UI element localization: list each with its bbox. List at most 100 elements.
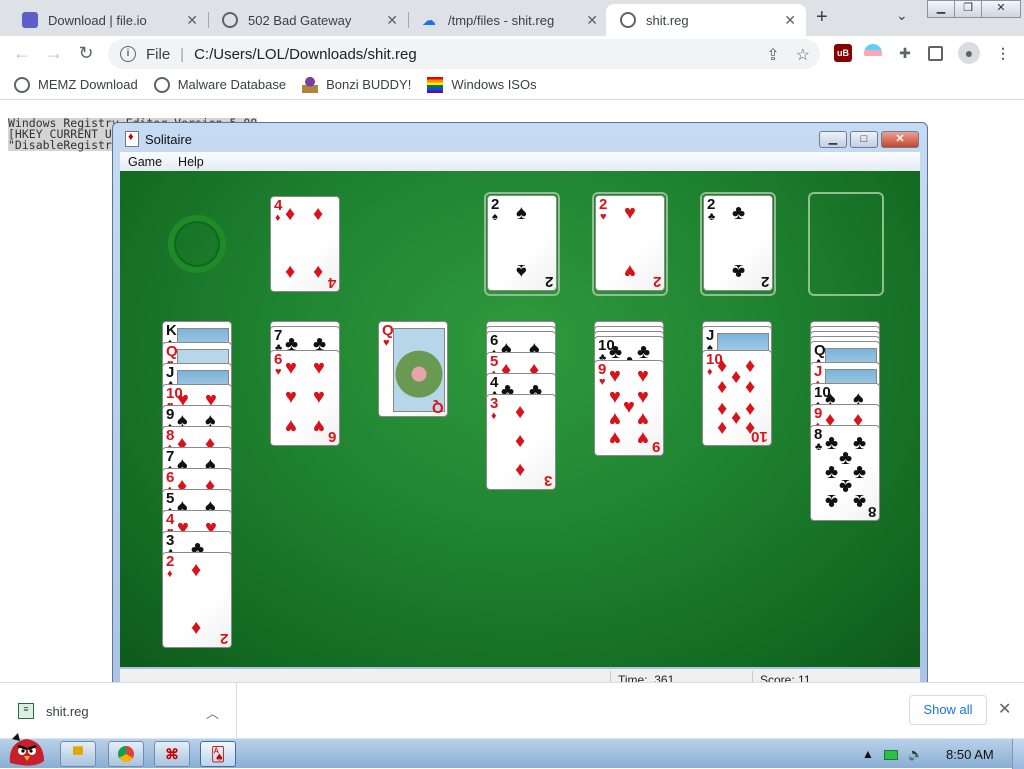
globe-icon bbox=[620, 12, 636, 28]
taskbar-chrome-button[interactable] bbox=[108, 741, 144, 767]
info-icon[interactable]: i bbox=[120, 46, 136, 62]
close-window-button[interactable]: ✕ bbox=[881, 131, 919, 148]
tab-download-fileio[interactable]: Download | file.io ✕ bbox=[8, 4, 208, 36]
bookmark-memz[interactable]: MEMZ Download bbox=[14, 76, 138, 93]
tab-tmp-files[interactable]: ☁ /tmp/files - shit.reg ✕ bbox=[408, 4, 608, 36]
fileio-icon bbox=[22, 12, 38, 28]
restore-button[interactable]: ❐ bbox=[954, 0, 982, 18]
taskbar-explorer-button[interactable]: ▀ bbox=[60, 741, 96, 767]
share-icon[interactable]: ⇪ bbox=[766, 45, 779, 65]
card-pip: ♦ bbox=[731, 407, 742, 430]
card-pip: ♣ bbox=[853, 489, 867, 512]
taskbar-acrobat-button[interactable]: ⌘ bbox=[154, 741, 190, 767]
empty-foundation-slot[interactable] bbox=[808, 192, 884, 296]
card-rank: J bbox=[706, 327, 715, 344]
playing-card[interactable]: 3 ♦ ♦ ♦ ♦ 3 bbox=[486, 394, 556, 490]
angry-bird-start-icon[interactable] bbox=[4, 729, 48, 769]
clock[interactable]: 8:50 AM bbox=[946, 747, 994, 762]
menu-game[interactable]: Game bbox=[120, 155, 170, 169]
playing-card[interactable]: 2 ♦ ♦ ♦ 2 bbox=[162, 552, 232, 648]
taskbar-solitaire-button[interactable]: 🂡 bbox=[200, 741, 236, 767]
url-text[interactable]: C:/Users/LOL/Downloads/shit.reg bbox=[194, 46, 417, 63]
card-pip: ♥ bbox=[609, 365, 621, 388]
card-rank: 7 bbox=[274, 327, 283, 344]
address-bar[interactable]: i File | C:/Users/LOL/Downloads/shit.reg… bbox=[108, 39, 820, 69]
game-felt[interactable]: 4♦♦♦♦♦42♠♠♠22♥♥♥22♣♣♣2K♠KQ♥QJ♣J10♥♥♥♥♥♥♥… bbox=[120, 171, 920, 667]
close-tab-icon[interactable]: ✕ bbox=[186, 12, 198, 29]
card-rank: J bbox=[814, 363, 823, 380]
card-pip: ♣ bbox=[853, 432, 867, 455]
trans-flag-extension-icon[interactable] bbox=[864, 44, 882, 62]
playing-card[interactable]: 9 ♥ ♥ ♥ ♥ ♥ ♥ ♥ ♥ ♥ ♥ 9 bbox=[594, 360, 664, 456]
folder-icon: ▀ bbox=[73, 746, 83, 762]
network-icon[interactable] bbox=[884, 750, 898, 760]
bookmark-bonzi-buddy[interactable]: Bonzi BUDDY! bbox=[302, 76, 411, 93]
profile-avatar-icon[interactable]: ● bbox=[958, 42, 980, 64]
playing-card[interactable]: 8 ♣ ♣ ♣ ♣ ♣ ♣ ♣ ♣ ♣ 8 bbox=[810, 425, 880, 521]
ublock-icon[interactable]: uB bbox=[834, 44, 852, 62]
card-pip: ♥ bbox=[285, 357, 297, 380]
maximize-button[interactable]: □ bbox=[850, 131, 878, 148]
minimize-button[interactable]: ▁ bbox=[927, 0, 955, 18]
taskbar: ▀ ⌘ 🂡 ▲ 🔈 8:50 AM bbox=[0, 733, 1024, 769]
menu-kebab-icon[interactable]: ⋮ bbox=[994, 44, 1012, 62]
playing-card[interactable]: 2 ♥ ♥ ♥ 2 bbox=[595, 195, 665, 291]
card-pip: ♦ bbox=[285, 260, 296, 283]
playing-card[interactable]: 2 ♣ ♣ ♣ 2 bbox=[703, 195, 773, 291]
playing-card[interactable]: 10 ♦ ♦ ♦ ♦ ♦ ♦ ♦ ♦ ♦ ♦ ♦ 10 bbox=[702, 350, 772, 446]
back-arrow-icon[interactable]: ← bbox=[10, 41, 34, 65]
card-rank: K bbox=[166, 322, 177, 339]
playing-card[interactable]: Q♥Q bbox=[378, 321, 448, 417]
card-rank: 6 bbox=[490, 332, 499, 349]
chevron-up-icon[interactable]: ︿ bbox=[206, 703, 219, 722]
card-pip: ♦ bbox=[745, 397, 756, 420]
menu-help[interactable]: Help bbox=[170, 155, 212, 169]
close-tab-icon[interactable]: ✕ bbox=[586, 12, 598, 29]
card-rank-corner: 2 bbox=[760, 273, 769, 290]
bookmark-star-icon[interactable]: ☆ bbox=[796, 45, 810, 65]
tab-title: /tmp/files - shit.reg bbox=[448, 12, 555, 28]
card-rank: 2 bbox=[166, 553, 175, 570]
card-pip: ♦ bbox=[515, 430, 526, 453]
playing-card[interactable]: 6 ♥ ♥ ♥ ♥ ♥ ♥ ♥ 6 bbox=[270, 350, 340, 446]
card-pip: ♦ bbox=[717, 397, 728, 420]
solitaire-titlebar[interactable]: Solitaire bbox=[125, 131, 192, 147]
close-tab-icon[interactable]: ✕ bbox=[386, 12, 398, 29]
close-window-button[interactable]: ✕ bbox=[981, 0, 1021, 18]
tab-shit-reg[interactable]: shit.reg ✕ bbox=[606, 4, 806, 36]
volume-icon[interactable]: 🔈 bbox=[908, 747, 923, 761]
card-pip: ♦ bbox=[191, 616, 202, 639]
puzzle-extensions-icon[interactable]: ✚ bbox=[896, 44, 914, 62]
card-rank: 9 bbox=[166, 406, 175, 423]
playing-card[interactable]: 2 ♠ ♠ ♠ 2 bbox=[487, 195, 557, 291]
globe-icon bbox=[222, 12, 238, 28]
bookmark-windows-isos[interactable]: Windows ISOs bbox=[427, 76, 537, 93]
close-tab-icon[interactable]: ✕ bbox=[784, 12, 796, 29]
card-pip: ♥ bbox=[609, 386, 621, 409]
card-pip: ♦ bbox=[731, 365, 742, 388]
solitaire-window[interactable]: Solitaire ▁ □ ✕ Game Help 4♦♦♦♦♦42♠♠♠22♥… bbox=[112, 122, 928, 698]
tab-search-chevron-icon[interactable]: ⌄ bbox=[896, 7, 908, 24]
forward-arrow-icon[interactable]: → bbox=[42, 41, 66, 65]
card-pip: ♦ bbox=[745, 376, 756, 399]
side-panel-icon[interactable] bbox=[928, 46, 943, 61]
tray-expand-icon[interactable]: ▲ bbox=[862, 747, 874, 761]
empty-stock-recycle-icon[interactable] bbox=[168, 215, 226, 273]
reload-icon[interactable]: ↻ bbox=[74, 41, 98, 65]
bookmark-malware-database[interactable]: Malware Database bbox=[153, 76, 286, 93]
new-tab-button[interactable]: + bbox=[816, 6, 828, 29]
show-all-button[interactable]: Show all bbox=[909, 695, 987, 725]
bookmark-label: MEMZ Download bbox=[38, 77, 138, 92]
card-rank-corner: 2 bbox=[652, 273, 661, 290]
minimize-button[interactable]: ▁ bbox=[819, 131, 847, 148]
card-suit-icon: ♦ bbox=[275, 212, 281, 224]
download-item[interactable]: ≡ shit.reg bbox=[18, 703, 89, 719]
playing-card[interactable]: 4 ♦ ♦ ♦ ♦ ♦ 4 bbox=[270, 196, 340, 292]
card-pip: ♦ bbox=[515, 401, 526, 424]
close-download-bar-icon[interactable]: ✕ bbox=[998, 699, 1011, 719]
show-desktop-button[interactable] bbox=[1012, 739, 1024, 769]
card-pip: ♥ bbox=[623, 396, 635, 419]
download-filename: shit.reg bbox=[46, 703, 89, 719]
tab-bad-gateway[interactable]: 502 Bad Gateway ✕ bbox=[208, 4, 408, 36]
card-suit-icon: ♦ bbox=[707, 366, 713, 378]
